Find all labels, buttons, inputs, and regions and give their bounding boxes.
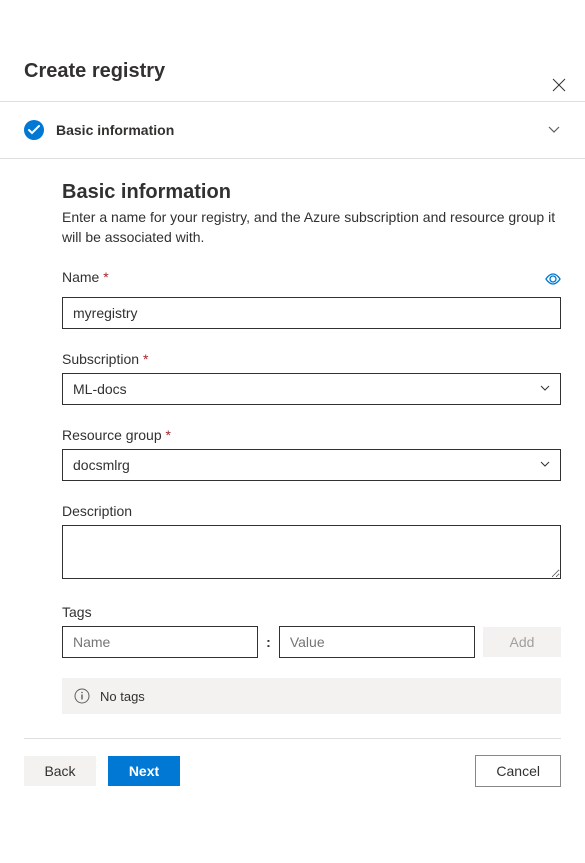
eye-icon[interactable] — [545, 272, 561, 288]
subscription-select[interactable]: ML-docs — [62, 373, 561, 405]
description-label: Description — [62, 503, 561, 519]
chevron-down-icon — [547, 122, 561, 139]
required-indicator: * — [166, 427, 171, 443]
no-tags-message: No tags — [62, 678, 561, 714]
divider — [0, 158, 585, 159]
tag-name-input[interactable] — [62, 626, 258, 658]
step-title: Basic information — [56, 122, 547, 138]
required-indicator: * — [143, 351, 148, 367]
next-button[interactable]: Next — [108, 756, 180, 786]
page-title: Create registry — [24, 60, 561, 83]
section-title: Basic information — [62, 181, 561, 204]
footer: Back Next Cancel — [0, 739, 585, 803]
tag-value-input[interactable] — [279, 626, 475, 658]
name-label: Name * — [62, 269, 109, 285]
tags-label: Tags — [62, 604, 561, 620]
close-icon — [552, 78, 566, 92]
back-button[interactable]: Back — [24, 756, 96, 786]
info-icon — [74, 688, 90, 704]
required-indicator: * — [103, 269, 108, 285]
tag-separator: : — [266, 634, 271, 650]
name-input[interactable] — [62, 297, 561, 329]
cancel-button[interactable]: Cancel — [475, 755, 561, 787]
add-tag-button[interactable]: Add — [483, 627, 561, 657]
description-textarea[interactable] — [62, 525, 561, 579]
resource-group-label: Resource group * — [62, 427, 561, 443]
resource-group-select[interactable]: docsmlrg — [62, 449, 561, 481]
step-header[interactable]: Basic information — [24, 102, 561, 158]
section-description: Enter a name for your registry, and the … — [62, 208, 561, 247]
subscription-label: Subscription * — [62, 351, 561, 367]
check-circle-icon — [24, 120, 44, 140]
close-button[interactable] — [551, 78, 567, 94]
